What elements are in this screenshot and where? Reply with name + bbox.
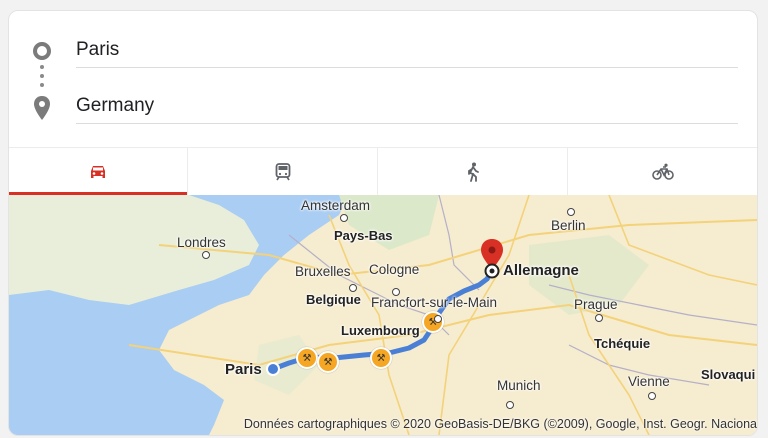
- map-label-berlin: Berlin: [551, 218, 586, 233]
- map-label-munich: Munich: [497, 378, 541, 393]
- route-map[interactable]: ⚒ ⚒ ⚒ ⚒ Amsterdam Berlin Londres Pays-Ba…: [9, 195, 757, 435]
- walk-icon: [468, 162, 479, 182]
- map-label-belgique: Belgique: [306, 292, 361, 307]
- destination-pin-icon: [34, 96, 50, 120]
- city-dot: [340, 214, 348, 222]
- roadwork-icon[interactable]: ⚒: [296, 347, 318, 369]
- tab-cycling[interactable]: [567, 148, 757, 196]
- map-label-bruxelles: Bruxelles: [295, 264, 351, 279]
- city-dot: [434, 315, 442, 323]
- destination-input[interactable]: Germany: [76, 95, 154, 117]
- car-icon: [91, 166, 105, 178]
- city-dot: [506, 401, 514, 409]
- tab-walking[interactable]: [377, 148, 568, 196]
- bicycle-icon: [652, 163, 674, 180]
- city-dot: [567, 208, 575, 216]
- map-label-allemagne: Allemagne: [503, 262, 579, 279]
- map-attribution: Données cartographiques © 2020 GeoBasis-…: [243, 417, 757, 431]
- tab-driving[interactable]: [9, 148, 187, 196]
- city-dot: [648, 392, 656, 400]
- map-label-pays-bas: Pays-Bas: [334, 228, 393, 243]
- map-label-londres: Londres: [177, 235, 226, 250]
- city-dot: [202, 251, 210, 259]
- map-label-luxembourg: Luxembourg: [341, 323, 420, 338]
- map-label-vienne: Vienne: [628, 374, 670, 389]
- origin-field[interactable]: Paris: [76, 37, 738, 68]
- travel-mode-tabs: [9, 147, 757, 196]
- map-label-amsterdam: Amsterdam: [301, 198, 371, 213]
- origin-input[interactable]: Paris: [76, 39, 119, 61]
- directions-panel: Paris Germany: [9, 11, 757, 147]
- map-label-tchequie: Tchéquie: [594, 336, 651, 351]
- destination-field[interactable]: Germany: [76, 93, 738, 124]
- roadwork-icon[interactable]: ⚒: [317, 351, 339, 373]
- map-label-cologne: Cologne: [369, 262, 420, 277]
- route-dots: [40, 65, 44, 93]
- map-label-prague: Prague: [574, 297, 618, 312]
- city-dot: [595, 314, 603, 322]
- origin-circle-icon: [33, 42, 51, 60]
- map-label-francfort: Francfort-sur-le-Main: [371, 295, 498, 310]
- train-icon: [275, 163, 291, 181]
- city-dot: [349, 284, 357, 292]
- roadwork-icon[interactable]: ⚒: [370, 347, 392, 369]
- tab-transit[interactable]: [187, 148, 378, 196]
- roadwork-icon[interactable]: ⚒: [422, 311, 444, 333]
- map-label-slovaquie: Slovaqui: [701, 367, 756, 382]
- map-label-paris: Paris: [225, 361, 262, 378]
- directions-card: Paris Germany ⚒ ⚒ ⚒ ⚒ Amsterdam Berlin L…: [8, 10, 758, 436]
